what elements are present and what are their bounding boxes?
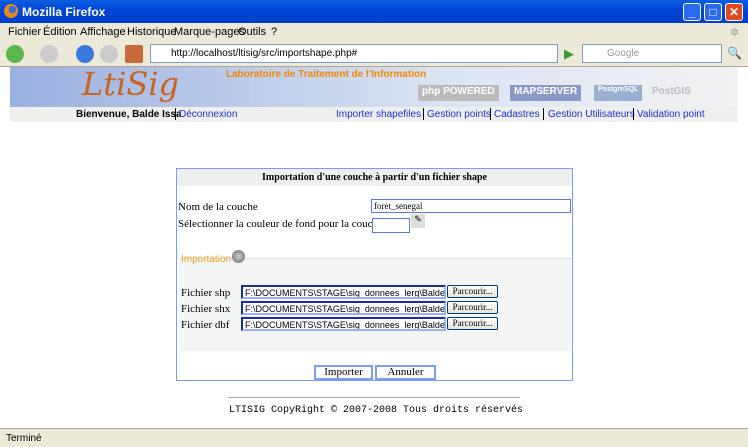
throbber-icon: ✲ (730, 27, 740, 39)
menu-marque-pages[interactable]: Marque-pages (174, 26, 245, 38)
menu-affichage[interactable]: Affichage (80, 26, 126, 38)
postgresql-badge: PostgreSQL (594, 85, 643, 101)
import-button[interactable]: Importer (314, 365, 373, 380)
reload-button[interactable] (76, 45, 94, 63)
form-title: Importation d'une couche à partir d'un f… (177, 169, 572, 186)
file-label: Fichier shx (181, 303, 231, 315)
site-nav: Bienvenue, Balde Issa Déconnexion Import… (10, 107, 738, 122)
maximize-button[interactable]: □ (704, 3, 722, 21)
close-button[interactable]: ✕ (725, 3, 743, 21)
status-bar: Terminé (0, 428, 748, 447)
forward-button[interactable] (40, 45, 58, 63)
firefox-icon (4, 4, 18, 18)
home-button[interactable] (125, 45, 143, 63)
footer-copyright: LTISIG CopyRight © 2007-2008 Tous droits… (229, 405, 524, 416)
dbf-file-input[interactable]: F:\DOCUMENTS\STAGE\sig_donnees_lerg\Bald… (241, 317, 446, 331)
minimize-button[interactable]: _ (683, 3, 701, 21)
browse-shx-button[interactable]: Parcourir... (447, 301, 498, 314)
back-button[interactable] (6, 45, 24, 63)
lab-title: Laboratoire de Traitement de l'Informati… (226, 69, 427, 80)
postgis-badge: PostGIS (652, 86, 691, 97)
color-label: Sélectionner la couleur de fond pour la … (178, 218, 383, 230)
browse-shp-button[interactable]: Parcourir... (447, 285, 498, 298)
search-input[interactable]: Google (582, 44, 722, 63)
nav-cadastres[interactable]: Cadastres (494, 109, 540, 120)
logout-link[interactable]: Déconnexion (179, 109, 237, 120)
stop-button[interactable] (100, 45, 118, 63)
nav-importer-shapefiles[interactable]: Importer shapefiles (336, 109, 421, 120)
logo: LtiSig (82, 65, 179, 103)
nav-validation-point[interactable]: Validation point (637, 109, 705, 120)
file-label: Fichier dbf (181, 319, 230, 331)
globe-icon (232, 250, 245, 263)
page-content: LtiSig Laboratoire de Traitement de l'In… (0, 65, 748, 428)
color-input[interactable] (372, 218, 410, 233)
layer-name-input[interactable]: foret_senegal (371, 199, 571, 213)
nav-gestion-points[interactable]: Gestion points (427, 109, 491, 120)
nav-gestion-utilisateurs[interactable]: Gestion Utilisateurs (548, 109, 635, 120)
window-title: Mozilla Firefox (22, 5, 106, 19)
browse-dbf-button[interactable]: Parcourir... (447, 317, 498, 330)
menu-outils[interactable]: Outils (238, 26, 266, 38)
divider (228, 397, 520, 398)
mapserver-badge: MAPSERVER (510, 85, 582, 101)
file-label: Fichier shp (181, 287, 231, 299)
url-bar[interactable]: http://localhost/ltisig/src/importshape.… (150, 44, 558, 63)
welcome-text: Bienvenue, Balde Issa (76, 109, 182, 120)
menu-historique[interactable]: Historique (127, 26, 177, 38)
go-button[interactable]: ▶ (564, 46, 574, 62)
banner: LtiSig Laboratoire de Traitement de l'In… (10, 65, 738, 107)
search-icon[interactable]: 🔍 (727, 46, 742, 60)
fieldset-legend: Importation (181, 254, 232, 265)
menu-edition[interactable]: Édition (43, 26, 77, 38)
import-form: Importation d'une couche à partir d'un f… (176, 168, 573, 381)
name-label: Nom de la couche (178, 201, 258, 213)
cancel-button[interactable]: Annuler (375, 365, 436, 380)
shp-file-input[interactable]: F:\DOCUMENTS\STAGE\sig_donnees_lerg\Bald… (241, 285, 446, 299)
color-picker-icon[interactable]: ✎ (411, 214, 425, 228)
menu-help[interactable]: ? (271, 26, 277, 38)
php-badge: php POWERED (418, 85, 499, 101)
menu-fichier[interactable]: Fichier (8, 26, 41, 38)
shx-file-input[interactable]: F:\DOCUMENTS\STAGE\sig_donnees_lerg\Bald… (241, 301, 446, 315)
title-bar: Mozilla Firefox _ □ ✕ (0, 0, 748, 23)
menu-bar: Fichier Édition Affichage Historique Mar… (0, 23, 748, 41)
